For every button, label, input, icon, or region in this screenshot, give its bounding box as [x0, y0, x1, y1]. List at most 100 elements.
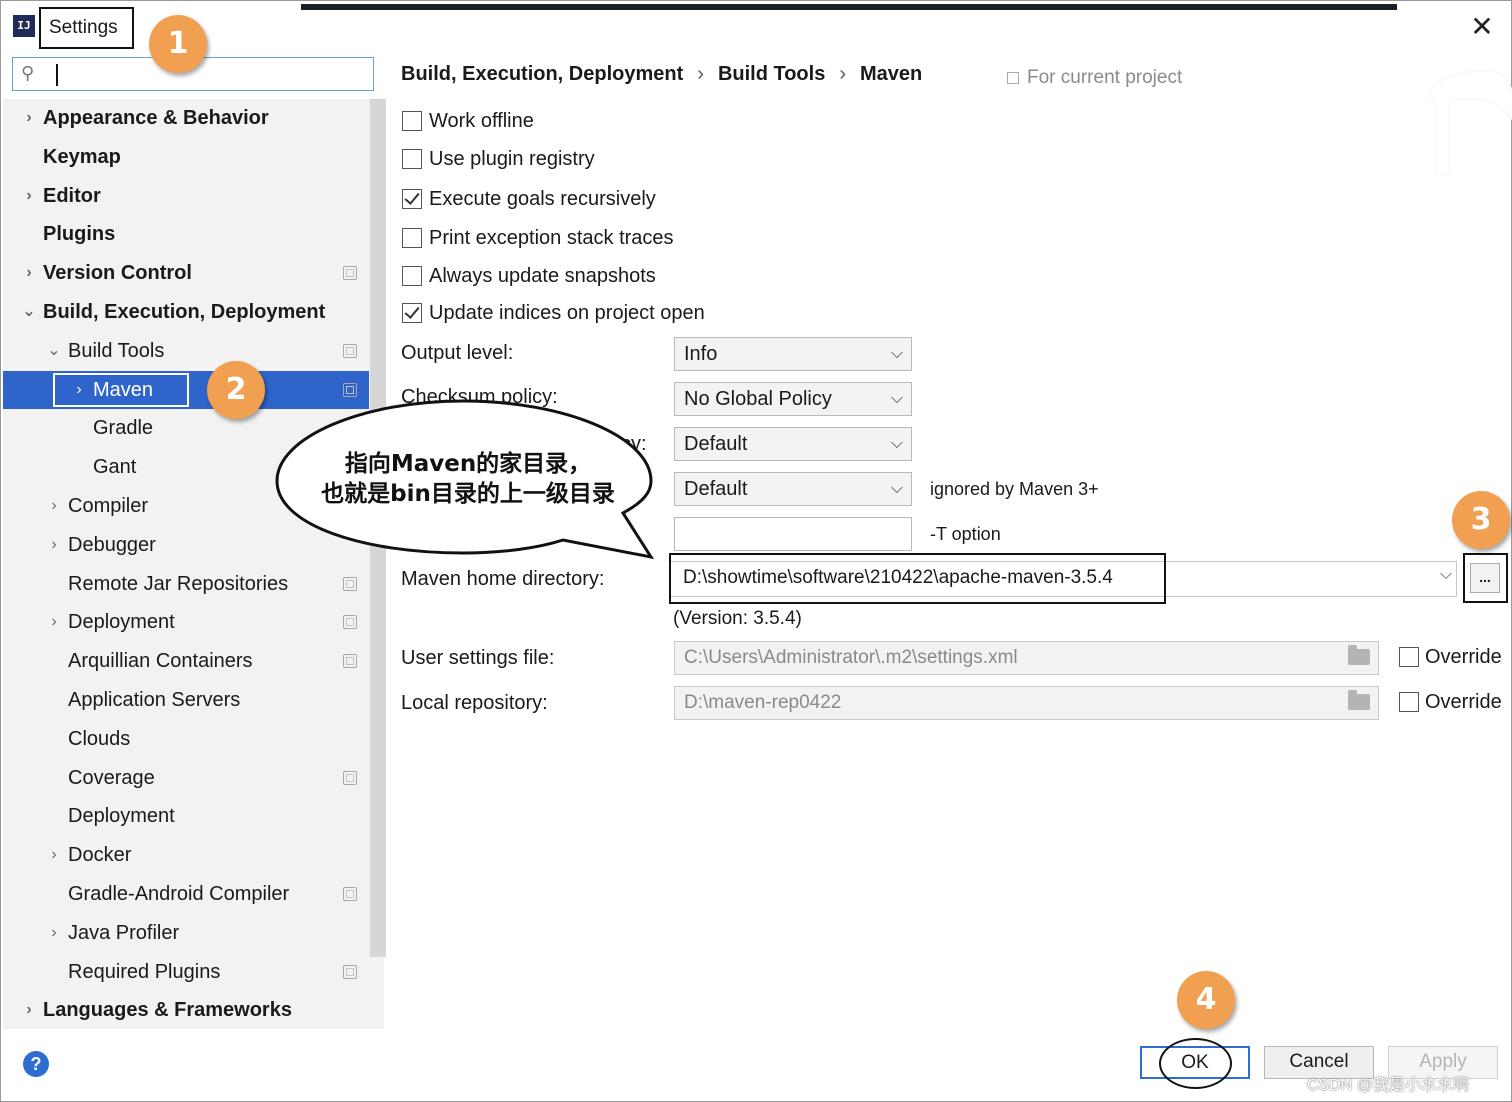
option-label: Execute goals recursively — [429, 188, 656, 210]
option-checkbox[interactable] — [402, 266, 422, 286]
close-icon[interactable]: ✕ — [1467, 13, 1497, 43]
sidebar-item-label: Remote Jar Repositories — [68, 572, 289, 595]
sidebar-item[interactable]: › Java Profiler — [3, 914, 369, 952]
sidebar-item-label: Gradle — [93, 417, 154, 440]
plugin-update-value: Default — [684, 478, 748, 500]
sidebar-item[interactable]: Coverage — [3, 759, 369, 797]
chevron-down-icon: ⌵ — [890, 390, 903, 407]
sidebar-item-label: Version Control — [43, 262, 192, 285]
sidebar-item-label: Clouds — [68, 727, 131, 750]
step-marker-3: 3 — [1452, 491, 1510, 549]
failure-policy-value: Default — [684, 433, 748, 455]
breadcrumb-separator: › — [697, 63, 704, 85]
intellij-app-icon: IJ — [13, 15, 35, 37]
scope-label: For current project — [1007, 64, 1182, 92]
project-scope-icon — [343, 382, 357, 397]
local-repo-field[interactable]: D:\maven-rep0422 — [674, 686, 1379, 720]
text-caret — [56, 64, 58, 86]
sidebar-item-label: Plugins — [43, 223, 116, 246]
sidebar-item[interactable]: Application Servers — [3, 681, 369, 719]
sidebar-item[interactable]: Required Plugins — [3, 953, 369, 991]
chevron-down-icon[interactable]: ⌵ — [1440, 566, 1452, 584]
option-checkbox[interactable] — [402, 303, 422, 323]
sidebar-item[interactable]: ⌄ Build Tools — [3, 332, 369, 370]
breadcrumb-item[interactable]: Build, Execution, Deployment — [401, 59, 683, 89]
chevron-right-icon[interactable]: › — [46, 603, 62, 641]
override-checkbox[interactable] — [1399, 692, 1419, 712]
chevron-right-icon[interactable]: › — [21, 991, 37, 1029]
project-scope-icon — [343, 266, 357, 281]
sidebar-item-label: Arquillian Containers — [68, 650, 253, 673]
step-marker-4: 4 — [1177, 971, 1235, 1029]
chevron-right-icon[interactable]: › — [46, 487, 62, 525]
checksum-policy-value: No Global Policy — [684, 388, 832, 410]
sidebar-item[interactable]: Deployment — [3, 797, 369, 835]
sidebar-item[interactable]: Clouds — [3, 720, 369, 758]
option-checkbox[interactable] — [402, 149, 422, 169]
sidebar-item[interactable]: › Version Control — [3, 254, 369, 292]
override-label: Override — [1425, 646, 1502, 668]
user-settings-label: User settings file: — [401, 647, 555, 669]
breadcrumb-separator: › — [839, 63, 847, 85]
output-level-label: Output level: — [401, 342, 514, 364]
plugin-update-hint: ignored by Maven 3+ — [930, 479, 1099, 499]
sidebar-item[interactable]: › Languages & Frameworks — [3, 991, 369, 1029]
override-label: Override — [1425, 691, 1502, 713]
breadcrumb-item[interactable]: Build Tools — [718, 59, 825, 89]
chevron-down-icon: ⌵ — [890, 435, 903, 452]
help-icon[interactable]: ? — [23, 1051, 49, 1077]
chevron-right-icon[interactable]: › — [46, 526, 62, 564]
sidebar-item[interactable]: › Editor — [3, 177, 369, 215]
sidebar-item[interactable]: Plugins — [3, 215, 369, 253]
folder-icon[interactable] — [1348, 645, 1370, 665]
breadcrumb: Build, Execution, Deployment › Build Tools… — [401, 59, 922, 89]
chevron-down-icon[interactable]: ⌄ — [21, 293, 37, 331]
option-checkbox[interactable] — [402, 228, 422, 248]
chevron-right-icon[interactable]: › — [21, 99, 37, 137]
chevron-right-icon[interactable]: › — [46, 836, 62, 874]
scope-text: For current project — [1027, 67, 1183, 88]
sidebar-item[interactable]: › Deployment — [3, 603, 369, 641]
option-label: Update indices on project open — [429, 302, 705, 324]
option-label: Always update snapshots — [429, 265, 656, 287]
threads-input[interactable] — [674, 517, 912, 551]
sidebar-item[interactable]: ⌄ Build, Execution, Deployment — [3, 293, 369, 331]
sidebar-item[interactable]: › Appearance & Behavior — [3, 99, 369, 137]
maven-home-value[interactable]: D:\showtime\software\210422\apache-maven… — [669, 553, 1166, 604]
project-scope-icon — [343, 887, 357, 901]
browse-button[interactable]: ... — [1470, 563, 1500, 593]
chevron-right-icon[interactable]: › — [21, 177, 37, 215]
chevron-right-icon[interactable]: › — [21, 254, 37, 292]
title-bar-strip — [301, 4, 1397, 10]
option-checkbox[interactable] — [402, 111, 422, 131]
sidebar-item[interactable]: Gradle-Android Compiler — [3, 875, 369, 913]
search-input[interactable] — [61, 60, 361, 88]
project-scope-icon — [343, 576, 357, 591]
option-checkbox[interactable] — [402, 189, 422, 209]
chevron-down-icon[interactable]: ⌄ — [46, 332, 62, 370]
breadcrumb-item: Maven — [860, 63, 923, 85]
sidebar-item[interactable]: › Docker — [3, 836, 369, 874]
checksum-policy-select[interactable]: No Global Policy ⌵ — [674, 382, 912, 416]
step-marker-1: 1 — [149, 15, 207, 73]
project-scope-icon — [343, 964, 357, 979]
output-level-value: Info — [684, 343, 718, 365]
override-checkbox[interactable] — [1399, 647, 1419, 667]
chevron-down-icon: ⌵ — [890, 345, 903, 362]
sidebar-item-label: Required Plugins — [68, 960, 221, 983]
sidebar-item[interactable]: Arquillian Containers — [3, 642, 369, 680]
ok-highlight-oval — [1159, 1038, 1232, 1089]
output-level-select[interactable]: Info ⌵ — [674, 337, 912, 371]
user-settings-field[interactable]: C:\Users\Administrator\.m2\settings.xml — [674, 641, 1379, 675]
sidebar-item[interactable]: Remote Jar Repositories — [3, 565, 369, 603]
folder-icon[interactable] — [1348, 690, 1370, 710]
chevron-down-icon: ⌵ — [890, 480, 903, 497]
sidebar-item[interactable]: Keymap — [3, 138, 369, 176]
step-marker-2: 2 — [207, 361, 265, 419]
selection-highlight-box — [53, 372, 189, 407]
plugin-update-select[interactable]: Default ⌵ — [674, 472, 912, 506]
window-title: Settings — [39, 7, 134, 49]
chevron-right-icon[interactable]: › — [46, 914, 62, 952]
failure-policy-select[interactable]: Default ⌵ — [674, 427, 912, 461]
sidebar-item-label: Languages & Frameworks — [43, 999, 292, 1022]
